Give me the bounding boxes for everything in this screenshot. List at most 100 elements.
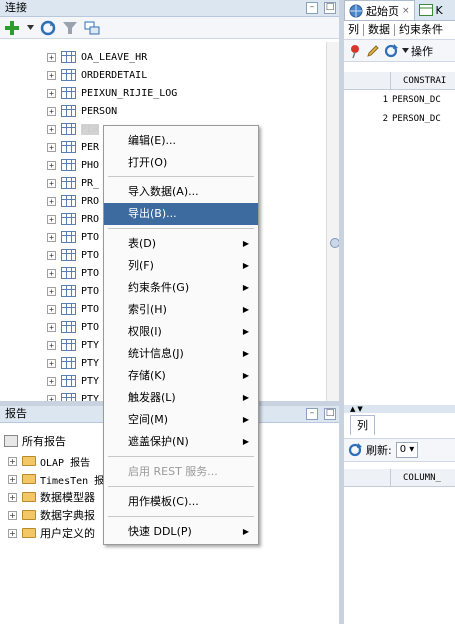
menu-item-edit[interactable]: 编辑(E)... [104, 130, 258, 152]
tree-node-table[interactable]: + ORDERDETAIL [47, 67, 147, 83]
report-folder[interactable]: + OLAP 报告 [8, 452, 90, 470]
expand-icon[interactable]: + [8, 456, 17, 466]
subtab-columns[interactable]: 列 [344, 24, 364, 36]
menu-item-constraints[interactable]: 约束条件(G) ▶ [104, 277, 258, 299]
expand-icon[interactable]: + [47, 52, 56, 62]
add-connection-icon[interactable] [4, 20, 20, 36]
dropdown-arrow-icon[interactable] [26, 20, 34, 36]
expand-icon[interactable]: + [47, 178, 56, 188]
refresh-icon[interactable] [348, 443, 362, 457]
minimize-panel-button[interactable]: – [306, 408, 318, 420]
expand-icon[interactable]: + [47, 142, 56, 152]
tree-node-table-selected[interactable]: + PER [47, 121, 100, 137]
actions-dropdown[interactable]: 操作 [402, 43, 433, 59]
table-icon [61, 303, 76, 315]
expand-icon[interactable]: + [47, 106, 56, 116]
expand-icon[interactable]: + [47, 124, 56, 134]
menu-item-export[interactable]: 导出(B)... [104, 203, 258, 225]
report-folder[interactable]: + 数据字典报 [8, 506, 95, 524]
maximize-panel-button[interactable]: □ [324, 408, 336, 420]
maximize-panel-button[interactable]: □ [324, 2, 336, 14]
menu-item-index[interactable]: 索引(H) ▶ [104, 299, 258, 321]
tree-node-table[interactable]: + PEIXUN_RIJIE_LOG [47, 85, 177, 101]
expand-icon[interactable]: + [47, 232, 56, 242]
refresh-icon[interactable] [384, 43, 398, 58]
expand-icon[interactable]: + [47, 304, 56, 314]
tree-node-table[interactable]: + PTO [47, 247, 99, 263]
tree-node-table[interactable]: + PTO [47, 301, 99, 317]
collapse-up-icon[interactable]: ▲ [350, 405, 355, 413]
tree-node-table[interactable]: + PR_ [47, 175, 99, 191]
subtab-data[interactable]: 数据 [364, 24, 395, 36]
subtab-constraints[interactable]: 约束条件 [395, 24, 447, 36]
column-header[interactable]: COLUMN_ [390, 469, 441, 487]
expand-icon[interactable]: + [47, 268, 56, 278]
report-folder[interactable]: + 用户定义的 [8, 524, 95, 542]
schema-browser-icon[interactable] [84, 20, 100, 36]
tree-node-table[interactable]: + PTY [47, 337, 99, 353]
tree-node-table[interactable]: + PER [47, 139, 99, 155]
expand-icon[interactable]: + [8, 474, 17, 484]
tree-node-table[interactable]: + PTO [47, 319, 99, 335]
refresh-interval-select[interactable]: 0 ▾ [395, 442, 419, 458]
tree-node-table[interactable]: + PRO [47, 211, 99, 227]
expand-icon[interactable]: + [47, 160, 56, 170]
expand-icon[interactable]: + [47, 214, 56, 224]
expand-icon[interactable]: + [47, 88, 56, 98]
tab-columns[interactable]: 列 [350, 415, 375, 435]
refresh-icon[interactable] [40, 20, 56, 36]
tree-node-table[interactable]: + PTY [47, 373, 99, 389]
tree-node-table[interactable]: + PTY [47, 355, 99, 371]
menu-item-redaction[interactable]: 遮盖保护(N) ▶ [104, 431, 258, 453]
expand-icon[interactable]: + [47, 286, 56, 296]
menu-item-statistics[interactable]: 统计信息(J) ▶ [104, 343, 258, 365]
menu-item-spatial[interactable]: 空间(M) ▶ [104, 409, 258, 431]
expand-icon[interactable]: + [8, 510, 17, 520]
details-splitter[interactable]: ▲ ▼ [344, 405, 455, 413]
report-folder[interactable]: + 数据模型器 [8, 488, 95, 506]
tab-table[interactable]: K [415, 0, 447, 20]
tree-node-table[interactable]: + PTO [47, 283, 99, 299]
connections-panel-header: 连接 – □ [0, 0, 342, 17]
tree-node-table[interactable]: + PRO [47, 193, 99, 209]
menu-item-open[interactable]: 打开(O) [104, 152, 258, 174]
reports-root[interactable]: 所有报告 [4, 432, 66, 450]
menu-item-column[interactable]: 列(F) ▶ [104, 255, 258, 277]
collapse-down-icon[interactable]: ▼ [357, 405, 362, 413]
tree-node-table[interactable]: + PHO [47, 157, 99, 173]
expand-icon[interactable]: + [8, 492, 17, 502]
editor-tabbar: 起始页 × K [344, 0, 455, 21]
folder-icon [22, 456, 36, 466]
menu-item-privileges[interactable]: 权限(I) ▶ [104, 321, 258, 343]
edit-icon[interactable] [366, 44, 380, 58]
column-header[interactable]: CONSTRAI [390, 72, 446, 90]
expand-icon[interactable]: + [47, 70, 56, 80]
table-icon [61, 231, 76, 243]
menu-item-use-as-template[interactable]: 用作模板(C)... [104, 491, 258, 513]
expand-icon[interactable]: + [47, 376, 56, 386]
expand-icon[interactable]: + [47, 196, 56, 206]
menu-item-table[interactable]: 表(D) ▶ [104, 233, 258, 255]
close-tab-icon[interactable]: × [402, 6, 410, 16]
expand-icon[interactable]: + [8, 528, 17, 538]
menu-item-quick-ddl[interactable]: 快速 DDL(P) ▶ [104, 521, 258, 543]
expand-icon[interactable]: + [47, 358, 56, 368]
tree-node-table[interactable]: + PTO [47, 265, 99, 281]
minimize-panel-button[interactable]: – [306, 2, 318, 14]
expand-icon[interactable]: + [47, 250, 56, 260]
expand-icon[interactable]: + [47, 340, 56, 350]
refresh-label: 刷新: [366, 444, 392, 457]
filter-icon[interactable] [62, 20, 78, 36]
tree-node-table[interactable]: + PERSON [47, 103, 117, 119]
table-row[interactable]: 1 PERSON_DC [344, 91, 455, 109]
tab-start-page[interactable]: 起始页 × [344, 0, 415, 20]
pin-icon[interactable] [348, 44, 362, 58]
menu-item-storage[interactable]: 存储(K) ▶ [104, 365, 258, 387]
menu-item-triggers[interactable]: 触发器(L) ▶ [104, 387, 258, 409]
report-folder[interactable]: + TimesTen 报 [8, 470, 104, 488]
tree-node-table[interactable]: + OA_LEAVE_HR [47, 49, 147, 65]
tree-node-table[interactable]: + PTO [47, 229, 99, 245]
menu-item-import-data[interactable]: 导入数据(A)... [104, 181, 258, 203]
expand-icon[interactable]: + [47, 322, 56, 332]
table-row[interactable]: 2 PERSON_DC [344, 110, 455, 128]
